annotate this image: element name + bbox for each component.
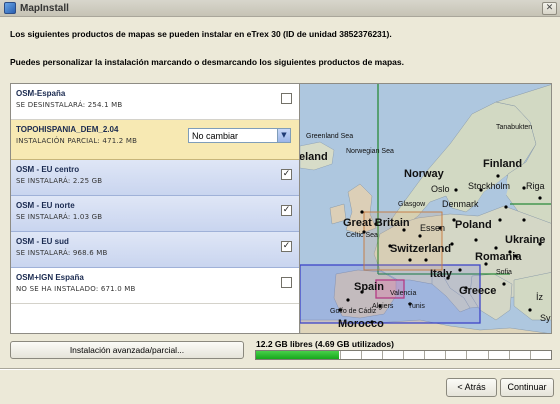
map-label: Great Britain <box>343 217 410 229</box>
map-label: Romania <box>475 251 522 263</box>
product-status: SE DESINSTALARÁ: 254.1 MB <box>16 101 123 109</box>
map-label: Oslo <box>431 184 450 194</box>
map-label: İz <box>536 292 544 302</box>
window-title: MapInstall <box>20 2 69 14</box>
list-item-product[interactable]: OSM - EU norte SE INSTALARÁ: 1.03 GB ✓ <box>11 196 299 232</box>
map-label: Algiers <box>372 303 394 310</box>
map-label: Norway <box>404 168 444 180</box>
map-label: Glasgow <box>398 201 426 208</box>
close-button[interactable]: ✕ <box>542 2 557 15</box>
list-item-product[interactable]: OSM-España SE DESINSTALARÁ: 254.1 MB <box>11 84 299 120</box>
continue-button[interactable]: Continuar <box>500 378 554 397</box>
map-label: Greece <box>459 285 497 297</box>
list-item-product[interactable]: OSM+IGN España NO SE HA INSTALADO: 671.0… <box>11 268 299 304</box>
map-label: Spain <box>354 281 384 293</box>
intro-text-2: Puedes personalizar la instalación marca… <box>10 57 404 67</box>
storage-label: 12.2 GB libres (4.69 GB utilizados) <box>256 339 394 349</box>
map-label: Morocco <box>338 318 384 330</box>
product-name: OSM - EU norte <box>16 201 75 210</box>
chevron-down-icon[interactable]: ▼ <box>277 129 290 142</box>
intro-text-1: Los siguientes productos de mapas se pue… <box>10 29 392 39</box>
product-checkbox[interactable]: ✓ <box>281 169 292 180</box>
map-label: Stockholm <box>468 181 511 191</box>
list-item-product[interactable]: TOPOHISPANIA_DEM_2.04 INSTALACIÓN PARCIA… <box>11 120 299 160</box>
map-label: Tunis <box>408 303 425 310</box>
map-label: Ukraine <box>505 234 546 246</box>
separator <box>0 368 560 370</box>
map-products-list: OSM-España SE DESINSTALARÁ: 254.1 MB TOP… <box>10 83 299 334</box>
list-item-product[interactable]: OSM - EU sud SE INSTALARÁ: 968.6 MB ✓ <box>11 232 299 268</box>
map-label: Greenland Sea <box>306 133 354 140</box>
map-label: Denmark <box>442 199 479 209</box>
product-status: SE INSTALARÁ: 2.25 GB <box>16 177 103 185</box>
map-label: Switzerland <box>390 243 452 255</box>
map-label: eland <box>299 151 328 163</box>
map-label: Riga <box>526 181 545 191</box>
storage-used-fill <box>256 351 339 359</box>
product-name: OSM - EU centro <box>16 165 80 174</box>
map-label: Sy <box>540 313 551 323</box>
map-label: Celtic Sea <box>346 232 378 239</box>
storage-usage-bar <box>255 350 552 360</box>
product-status: NO SE HA INSTALADO: 671.0 MB <box>16 285 136 293</box>
map-label: Poland <box>455 219 492 231</box>
title-bar: MapInstall ✕ <box>0 0 560 17</box>
product-checkbox[interactable]: ✓ <box>281 205 292 216</box>
product-name: OSM - EU sud <box>16 237 69 246</box>
install-option-dropdown[interactable]: No cambiar ▼ <box>188 128 291 143</box>
dropdown-value: No cambiar <box>192 130 239 141</box>
map-label: Valencia <box>390 290 417 297</box>
app-icon <box>4 2 16 14</box>
product-status: SE INSTALARÁ: 1.03 GB <box>16 213 103 221</box>
product-status: SE INSTALARÁ: 968.6 MB <box>16 249 108 257</box>
advanced-install-button[interactable]: Instalación avanzada/parcial... <box>10 341 244 359</box>
map-graphic <box>300 84 551 333</box>
product-name: OSM+IGN España <box>16 273 84 282</box>
map-label: Tanabukten <box>496 124 533 131</box>
map-label: Italy <box>430 268 453 280</box>
coverage-map[interactable]: Greenland Sea Tanabukten Norwegian Sea e… <box>299 83 552 334</box>
product-checkbox[interactable] <box>281 93 292 104</box>
product-checkbox[interactable]: ✓ <box>281 241 292 252</box>
list-item-product[interactable]: OSM - EU centro SE INSTALARÁ: 2.25 GB ✓ <box>11 160 299 196</box>
map-label: Sofia <box>496 269 512 276</box>
map-label: Finland <box>483 158 523 170</box>
back-button[interactable]: < Atrás <box>446 378 497 397</box>
map-label: Norwegian Sea <box>346 148 394 155</box>
map-label: Essen <box>420 223 446 233</box>
product-checkbox[interactable] <box>281 277 292 288</box>
map-label: Golfo de Cádiz <box>330 308 377 315</box>
product-name: OSM-España <box>16 89 66 98</box>
